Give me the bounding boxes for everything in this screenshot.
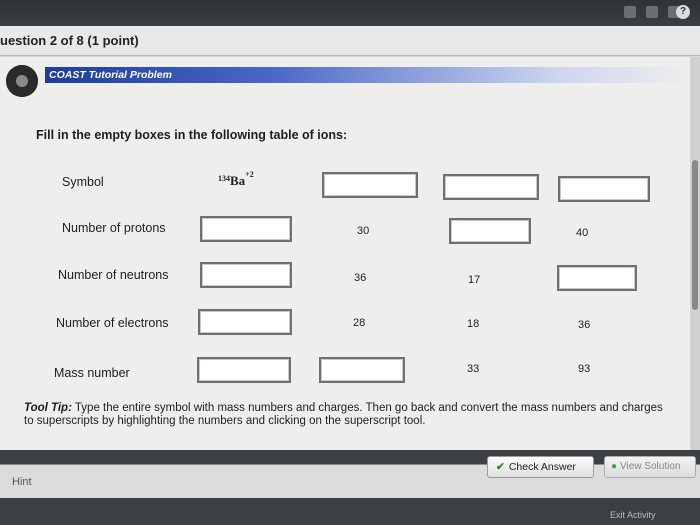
check-answer-button[interactable]: ✔ Check Answer: [487, 456, 594, 478]
exit-activity-link[interactable]: Exit Activity: [610, 510, 656, 520]
calculator-icon[interactable]: [646, 6, 658, 18]
top-toolbar: ?: [0, 0, 700, 26]
symbol-mass-number: 134: [218, 174, 230, 183]
electrons-value-col3: 18: [467, 318, 480, 330]
toolbar-icons: [624, 6, 680, 18]
electrons-value-col2: 28: [353, 317, 366, 329]
tool-tip-label: Tool Tip:: [24, 402, 72, 414]
scrollbar-thumb[interactable]: [692, 160, 698, 310]
symbol-element: Ba: [230, 173, 246, 188]
row-label-mass-number: Mass number: [54, 366, 130, 380]
row-label-neutrons: Number of neutrons: [58, 268, 169, 282]
hint-link[interactable]: Hint: [12, 476, 32, 488]
problem-banner: COAST Tutorial Problem: [45, 67, 690, 83]
tool-tip: Tool Tip: Type the entire symbol with ma…: [24, 402, 664, 428]
neutrons-input-col4[interactable]: [557, 265, 637, 291]
protons-value-col2: 30: [357, 225, 370, 237]
protons-input-col3[interactable]: [449, 218, 531, 244]
symbol-input-col4[interactable]: [558, 176, 650, 202]
check-answer-label: Check Answer: [508, 461, 576, 473]
mass-input-col2[interactable]: [319, 357, 405, 383]
protons-input-col1[interactable]: [200, 216, 292, 242]
symbol-input-col2[interactable]: [322, 172, 418, 198]
row-label-electrons: Number of electrons: [56, 316, 169, 330]
symbol-input-col3[interactable]: [443, 174, 539, 200]
gear-icon: [6, 65, 38, 97]
neutrons-value-col2: 36: [354, 272, 367, 284]
mass-value-col4: 93: [578, 363, 591, 375]
electrons-value-col4: 36: [578, 319, 591, 331]
question-title: uestion 2 of 8 (1 point): [0, 33, 139, 48]
lightbulb-icon: ●: [611, 461, 618, 472]
hint-bar: [0, 464, 700, 498]
neutrons-value-col3: 17: [468, 274, 481, 286]
protons-value-col4: 40: [576, 227, 589, 239]
question-content: [0, 57, 690, 450]
tool-tip-text: Type the entire symbol with mass numbers…: [24, 402, 663, 427]
checkmark-icon: ✔: [496, 461, 505, 473]
print-icon[interactable]: [624, 6, 636, 18]
symbol-charge: +2: [245, 170, 254, 179]
view-solution-label: View Solution: [620, 461, 681, 472]
row-label-symbol: Symbol: [62, 175, 104, 189]
row-label-protons: Number of protons: [62, 221, 166, 235]
neutrons-input-col1[interactable]: [200, 262, 292, 288]
help-icon[interactable]: ?: [676, 5, 690, 19]
mass-value-col3: 33: [467, 363, 480, 375]
view-solution-button[interactable]: ● View Solution: [604, 456, 696, 478]
given-ion-symbol: 134Ba+2: [218, 170, 254, 190]
electrons-input-col1[interactable]: [198, 309, 292, 335]
instructions-text: Fill in the empty boxes in the following…: [36, 128, 348, 142]
question-header: uestion 2 of 8 (1 point): [0, 26, 700, 56]
mass-input-col1[interactable]: [197, 357, 291, 383]
